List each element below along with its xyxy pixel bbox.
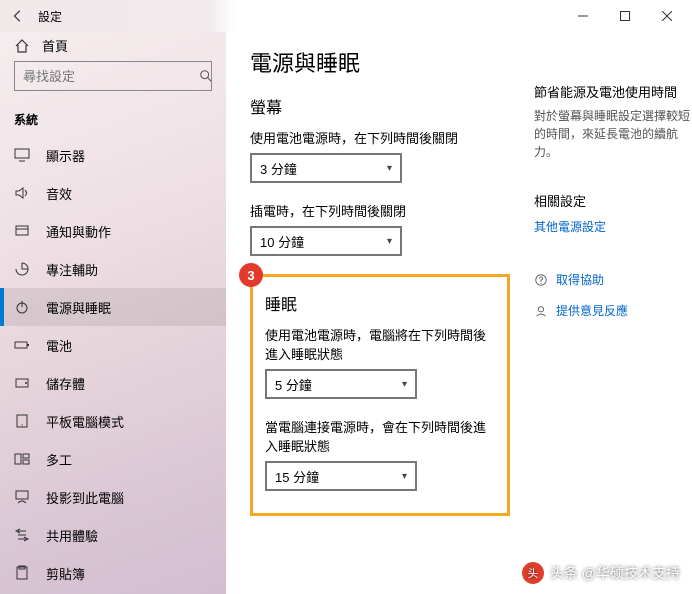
minimize-button[interactable] xyxy=(562,2,604,30)
screen-battery-select[interactable]: 3 分鐘 ▾ xyxy=(250,153,402,183)
step-badge: 3 xyxy=(239,263,263,287)
other-power-link[interactable]: 其他電源設定 xyxy=(534,218,690,235)
notifications-icon xyxy=(14,223,30,239)
tablet-icon xyxy=(14,413,30,429)
sidebar-item-multitasking[interactable]: 多工 xyxy=(0,440,226,478)
sidebar-item-label: 剪貼簿 xyxy=(46,564,85,583)
screen-battery-label: 使用電池電源時，在下列時間後關閉 xyxy=(250,128,510,147)
search-input[interactable] xyxy=(23,69,199,84)
display-icon xyxy=(14,147,30,163)
home-nav[interactable]: 首頁 xyxy=(0,36,226,55)
sidebar-item-sound[interactable]: 音效 xyxy=(0,174,226,212)
sidebar-item-label: 音效 xyxy=(46,184,72,203)
focus-icon xyxy=(14,261,30,277)
link-label: 提供意見反應 xyxy=(556,302,628,319)
save-energy-heading: 節省能源及電池使用時間 xyxy=(534,82,690,101)
sidebar-item-label: 電源與睡眠 xyxy=(46,298,111,317)
sidebar-item-label: 儲存體 xyxy=(46,374,85,393)
screen-plugged-select[interactable]: 10 分鐘 ▾ xyxy=(250,226,402,256)
chevron-down-icon: ▾ xyxy=(387,236,392,247)
sidebar-item-label: 共用體驗 xyxy=(46,526,98,545)
storage-icon xyxy=(14,375,30,391)
search-box[interactable] xyxy=(14,61,212,91)
battery-icon xyxy=(14,337,30,353)
help-icon xyxy=(534,273,548,287)
window-title: 設定 xyxy=(38,8,62,25)
sleep-highlight-box: 3 睡眠 使用電池電源時，電腦將在下列時間後進入睡眠狀態 5 分鐘 ▾ 當電腦連… xyxy=(250,274,510,516)
multitasking-icon xyxy=(14,451,30,467)
page-title: 電源與睡眠 xyxy=(250,46,510,78)
sidebar-item-label: 電池 xyxy=(46,336,72,355)
link-label: 其他電源設定 xyxy=(534,218,606,235)
sidebar-item-projecting[interactable]: 投影到此電腦 xyxy=(0,478,226,516)
feedback-link[interactable]: 提供意見反應 xyxy=(534,302,690,319)
sidebar-item-label: 平板電腦模式 xyxy=(46,412,124,431)
link-label: 取得協助 xyxy=(556,271,604,288)
shared-icon xyxy=(14,527,30,543)
chevron-down-icon: ▾ xyxy=(402,379,407,390)
category-header: 系統 xyxy=(0,101,226,136)
sleep-plugged-label: 當電腦連接電源時，會在下列時間後進入睡眠狀態 xyxy=(265,417,495,455)
watermark-logo: 头 xyxy=(522,562,544,584)
close-button[interactable] xyxy=(646,2,688,30)
sidebar-item-notifications[interactable]: 通知與動作 xyxy=(0,212,226,250)
sleep-plugged-select[interactable]: 15 分鐘 ▾ xyxy=(265,461,417,491)
sidebar-item-shared[interactable]: 共用體驗 xyxy=(0,516,226,554)
select-value: 3 分鐘 xyxy=(260,159,297,178)
watermark-text: 头条 @华硕技术支持 xyxy=(550,563,680,583)
related-heading: 相關設定 xyxy=(534,191,690,210)
sleep-heading: 睡眠 xyxy=(265,291,495,315)
sidebar-item-clipboard[interactable]: 剪貼簿 xyxy=(0,554,226,592)
sidebar-item-label: 多工 xyxy=(46,450,72,469)
power-icon xyxy=(14,299,30,315)
chevron-down-icon: ▾ xyxy=(402,471,407,482)
sidebar-item-storage[interactable]: 儲存體 xyxy=(0,364,226,402)
clipboard-icon xyxy=(14,565,30,581)
sound-icon xyxy=(14,185,30,201)
back-button[interactable] xyxy=(4,2,32,30)
select-value: 5 分鐘 xyxy=(275,375,312,394)
sidebar-item-battery[interactable]: 電池 xyxy=(0,326,226,364)
sleep-battery-label: 使用電池電源時，電腦將在下列時間後進入睡眠狀態 xyxy=(265,325,495,363)
select-value: 10 分鐘 xyxy=(260,232,304,251)
sidebar-item-power[interactable]: 電源與睡眠 xyxy=(0,288,226,326)
main-panel: 電源與睡眠 螢幕 使用電池電源時，在下列時間後關閉 3 分鐘 ▾ 插電時，在下列… xyxy=(226,32,692,594)
sidebar-item-label: 顯示器 xyxy=(46,146,85,165)
select-value: 15 分鐘 xyxy=(275,467,319,486)
screen-plugged-label: 插電時，在下列時間後關閉 xyxy=(250,201,510,220)
projecting-icon xyxy=(14,489,30,505)
get-help-link[interactable]: 取得協助 xyxy=(534,271,690,288)
home-label: 首頁 xyxy=(42,36,68,55)
feedback-icon xyxy=(534,304,548,318)
titlebar: 設定 xyxy=(0,0,692,32)
chevron-down-icon: ▾ xyxy=(387,163,392,174)
sidebar-item-tablet[interactable]: 平板電腦模式 xyxy=(0,402,226,440)
sidebar-item-focus[interactable]: 專注輔助 xyxy=(0,250,226,288)
sidebar-item-label: 通知與動作 xyxy=(46,222,111,241)
home-icon xyxy=(14,38,30,54)
info-column: 節省能源及電池使用時間 對於螢幕與睡眠設定選擇較短的時間，來延長電池的續航力。 … xyxy=(534,46,690,594)
search-icon xyxy=(199,69,213,83)
screen-heading: 螢幕 xyxy=(250,94,510,118)
sidebar-item-label: 投影到此電腦 xyxy=(46,488,124,507)
maximize-button[interactable] xyxy=(604,2,646,30)
sidebar: 首頁 系統 顯示器 音效 xyxy=(0,32,226,594)
sidebar-item-label: 專注輔助 xyxy=(46,260,98,279)
save-energy-desc: 對於螢幕與睡眠設定選擇較短的時間，來延長電池的續航力。 xyxy=(534,107,690,161)
sidebar-item-display[interactable]: 顯示器 xyxy=(0,136,226,174)
sleep-battery-select[interactable]: 5 分鐘 ▾ xyxy=(265,369,417,399)
watermark: 头 头条 @华硕技术支持 xyxy=(522,562,680,584)
